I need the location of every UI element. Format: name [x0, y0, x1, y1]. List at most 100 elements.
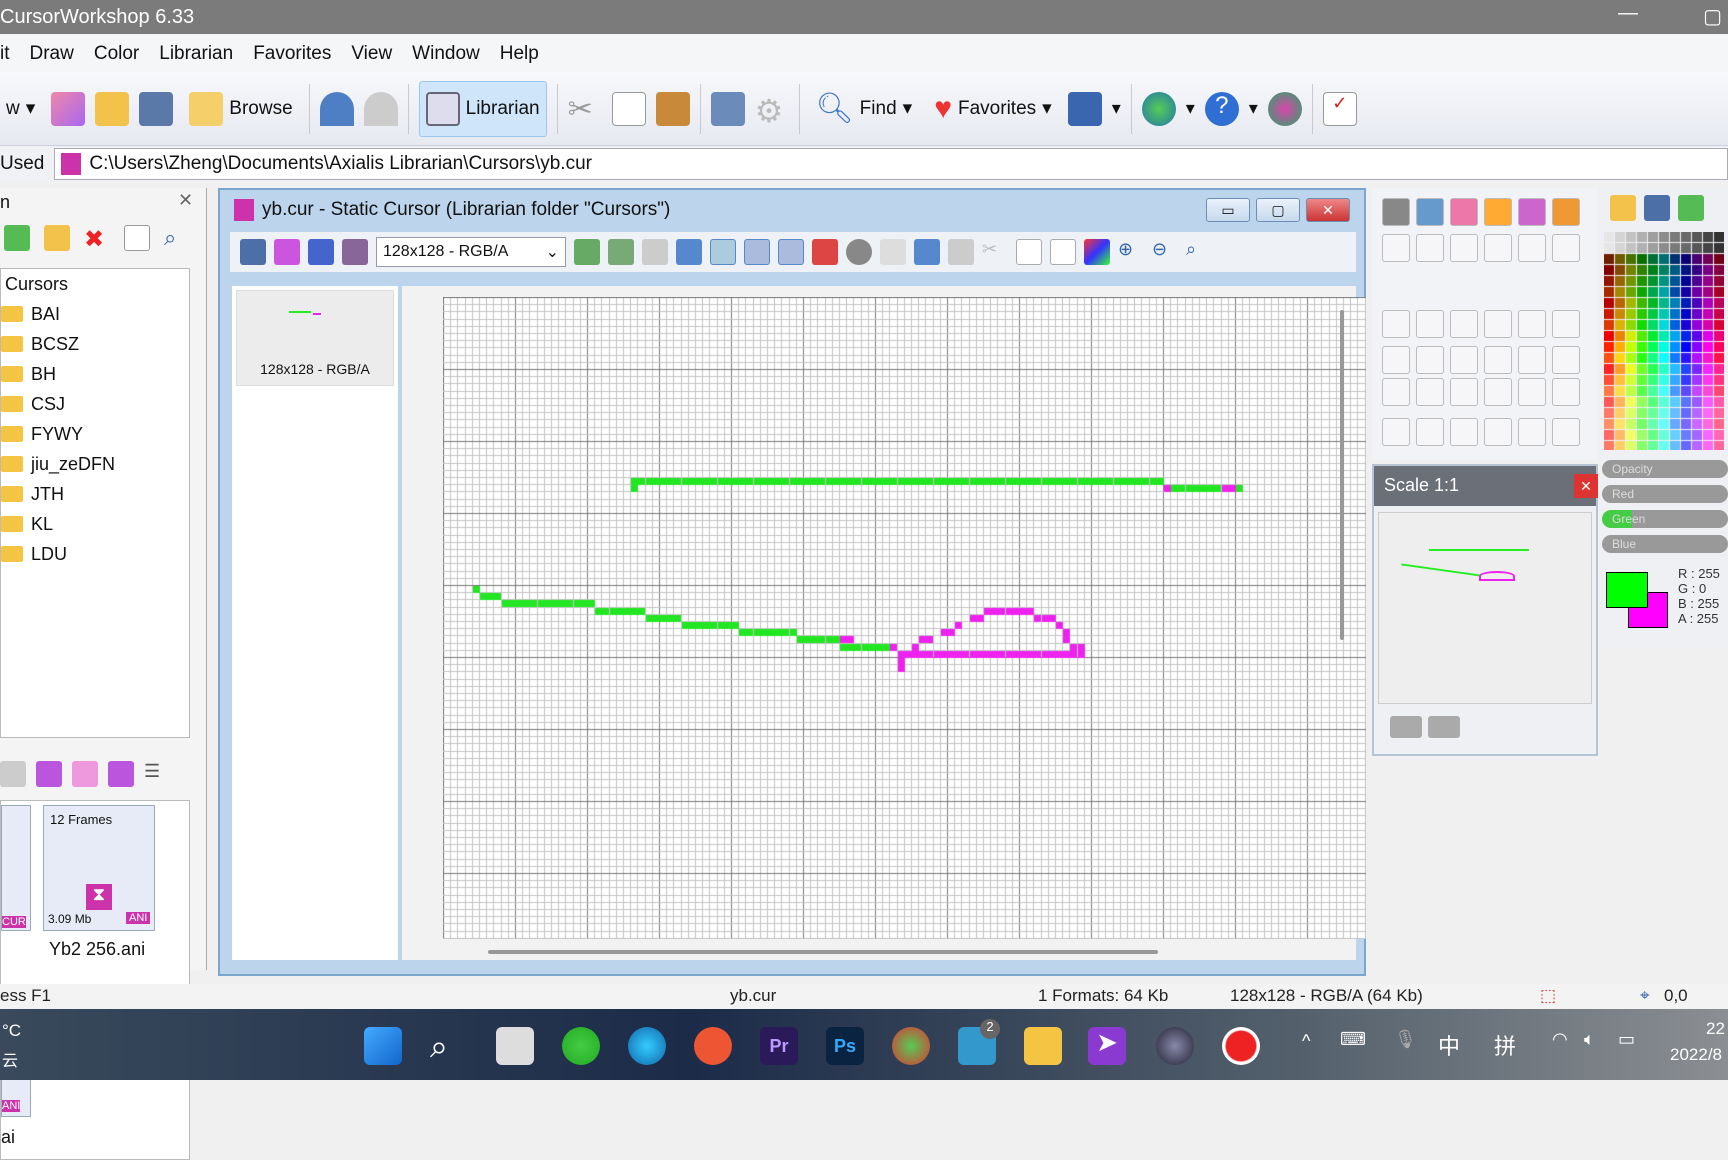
properties-icon[interactable] — [124, 225, 150, 251]
wifi-icon[interactable]: ◠ — [1552, 1029, 1568, 1050]
drawing-tool-icon[interactable] — [1382, 378, 1410, 406]
drawing-tool-icon[interactable] — [1552, 198, 1580, 226]
tree-folder[interactable]: BH — [1, 359, 189, 389]
image-tool-icon[interactable] — [710, 91, 745, 126]
drawing-tool-icon[interactable] — [1518, 346, 1546, 374]
format-select[interactable]: 128x128 - RGB/A ⌄ — [376, 237, 566, 267]
cursorworkshop-task-icon[interactable]: ➤ — [1088, 1027, 1126, 1065]
vertical-scrollbar[interactable] — [1340, 310, 1344, 640]
tree-folder[interactable]: FYWY — [1, 419, 189, 449]
volume-icon[interactable]: 🔈︎ — [1584, 1029, 1595, 1050]
search-icon[interactable]: ⌕ — [164, 225, 190, 251]
start-button[interactable] — [364, 1027, 402, 1065]
new-button[interactable]: w ▾ — [0, 81, 41, 137]
delete-icon[interactable]: ✖ — [84, 225, 110, 253]
drawing-tool-icon[interactable] — [1416, 418, 1444, 446]
contrast-icon[interactable] — [1390, 716, 1422, 738]
photoshop-icon[interactable]: Ps — [826, 1027, 864, 1065]
edge-icon[interactable] — [628, 1027, 666, 1065]
drawing-tool-icon[interactable] — [1518, 198, 1546, 226]
save-icon[interactable] — [139, 91, 174, 126]
menu-window[interactable]: Window — [412, 43, 480, 72]
drawing-tool-icon[interactable] — [1518, 234, 1546, 262]
cut-icon[interactable]: ✂ — [568, 92, 602, 126]
opacity-slider[interactable]: Opacity — [1602, 460, 1728, 478]
menu-draw[interactable]: Draw — [30, 43, 74, 72]
drawing-tool-icon[interactable] — [1518, 310, 1546, 338]
drawing-tool-icon[interactable] — [1450, 378, 1478, 406]
new-project-icon[interactable] — [51, 91, 86, 126]
add-color-icon[interactable] — [1678, 195, 1704, 221]
drawing-tool-icon[interactable] — [1484, 198, 1512, 226]
fit-icon[interactable] — [710, 239, 736, 265]
find-button[interactable]: 🔍︎ Find ▾ — [810, 81, 919, 137]
color-swatches[interactable] — [1604, 232, 1724, 450]
add-file-icon[interactable] — [36, 761, 62, 787]
file-item-yb2[interactable]: 12 Frames ⧗ 3.09 Mb ANI — [43, 805, 155, 931]
tree-folder[interactable]: JTH — [1, 479, 189, 509]
blue-slider[interactable]: Blue — [1602, 535, 1728, 553]
drawing-tool-icon[interactable] — [1518, 378, 1546, 406]
tree-folder[interactable]: BAI — [1, 299, 189, 329]
undo-icon[interactable] — [914, 239, 940, 265]
tree-folder[interactable]: KL — [1, 509, 189, 539]
preview-icon[interactable] — [744, 239, 770, 265]
drawing-tool-icon[interactable] — [1416, 310, 1444, 338]
tree-folder[interactable]: CSJ — [1, 389, 189, 419]
file-explorer-icon[interactable] — [1024, 1027, 1062, 1065]
format-thumbnail[interactable]: 128x128 - RGB/A — [236, 290, 394, 386]
tree-folder[interactable]: BCSZ — [1, 329, 189, 359]
keyboard-icon[interactable]: ⌨ — [1340, 1029, 1366, 1050]
drawing-tool-icon[interactable] — [1416, 378, 1444, 406]
drawing-tool-icon[interactable] — [1382, 418, 1410, 446]
maximize-button[interactable]: ▢ — [1703, 4, 1722, 29]
monitor-icon[interactable] — [1067, 91, 1102, 126]
open-palette-icon[interactable] — [1610, 195, 1636, 221]
battery-icon[interactable]: ▭ — [1618, 1029, 1635, 1050]
grid-icon[interactable] — [778, 239, 804, 265]
drawing-tool-icon[interactable] — [1552, 378, 1580, 406]
search-app-icon[interactable] — [694, 1027, 732, 1065]
menu-color[interactable]: Color — [94, 43, 139, 72]
help-icon[interactable]: ? — [1204, 91, 1239, 126]
drawing-tool-icon[interactable] — [1450, 418, 1478, 446]
doc-close-button[interactable]: ✕ — [1306, 198, 1350, 222]
drawing-tool-icon[interactable] — [1416, 346, 1444, 374]
drawing-tool-icon[interactable] — [1484, 418, 1512, 446]
drawing-tool-icon[interactable] — [1416, 234, 1444, 262]
open-folder-icon[interactable] — [44, 225, 70, 251]
librarian-button[interactable]: Librarian — [418, 80, 547, 137]
horizontal-scrollbar[interactable] — [488, 950, 1158, 954]
drawing-tool-icon[interactable] — [1450, 310, 1478, 338]
drawing-tool-icon[interactable] — [1450, 346, 1478, 374]
add-folder-icon[interactable] — [4, 225, 30, 251]
copy-icon[interactable] — [611, 91, 646, 126]
menu-view[interactable]: View — [351, 43, 392, 72]
close-panel-button[interactable]: ✕ — [178, 190, 193, 211]
sort-icon[interactable]: ☰ — [144, 761, 170, 787]
drawing-tool-icon[interactable] — [1416, 198, 1444, 226]
minimize-button[interactable]: — — [1618, 2, 1638, 25]
drawing-tool-icon[interactable] — [1518, 418, 1546, 446]
copy-icon[interactable] — [1016, 239, 1042, 265]
hotspot-icon[interactable] — [676, 239, 702, 265]
colors-icon[interactable] — [1084, 239, 1110, 265]
pixel-edit-grid[interactable] — [443, 297, 1366, 939]
drawing-tool-icon[interactable] — [1382, 346, 1410, 374]
transparency-icon[interactable] — [846, 239, 872, 265]
premiere-icon[interactable]: Pr — [760, 1027, 798, 1065]
file-item[interactable]: CUR — [1, 805, 31, 931]
app-avatar-icon[interactable] — [1156, 1027, 1194, 1065]
paste-icon[interactable] — [655, 91, 690, 126]
undo-icon[interactable] — [319, 91, 354, 126]
doc-minimize-button[interactable]: ▭ — [1206, 198, 1250, 222]
chevron-up-icon[interactable]: ^ — [1302, 1031, 1310, 1052]
browse-button[interactable]: Browse — [183, 81, 298, 137]
tree-folder[interactable]: LDU — [1, 539, 189, 569]
menu-edit[interactable]: it — [0, 43, 10, 72]
red-slider[interactable]: Red — [1602, 485, 1728, 503]
globe-icon[interactable] — [1141, 91, 1176, 126]
drawing-tool-icon[interactable] — [1450, 234, 1478, 262]
close-icon[interactable]: ✕ — [1574, 474, 1598, 498]
drawing-tool-icon[interactable] — [1552, 346, 1580, 374]
